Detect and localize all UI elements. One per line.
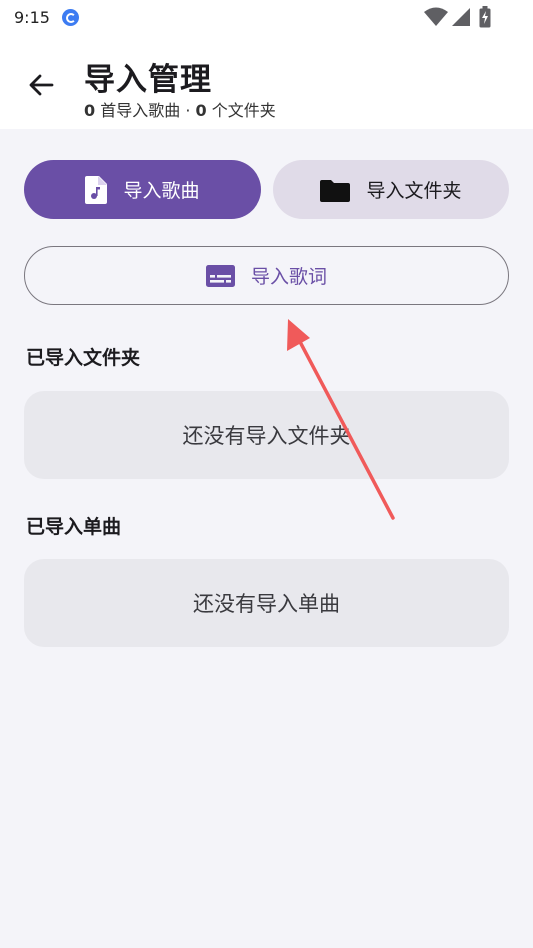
annotation-arrow (287, 319, 395, 520)
